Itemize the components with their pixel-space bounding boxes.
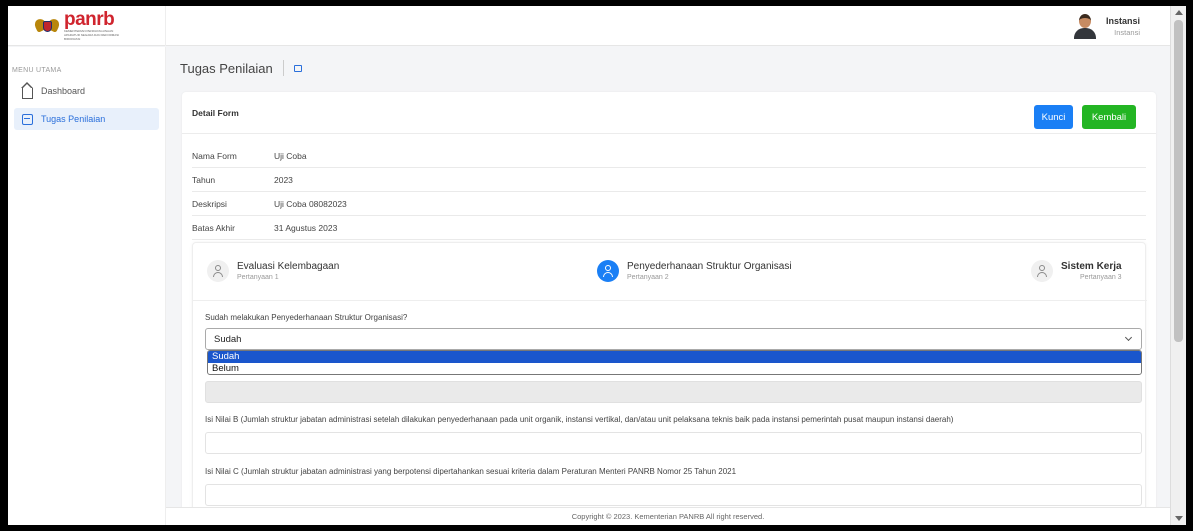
option-belum[interactable]: Belum (208, 363, 1141, 375)
brand-logo[interactable]: panrb KEMENTERIAN PENDAYAGUNAAN APARATUR… (8, 6, 166, 46)
sidebar-item-tugas-penilaian[interactable]: Tugas Penilaian (14, 108, 159, 130)
select-value: Sudah (214, 333, 242, 345)
info-row: Deskripsi Uji Coba 08082023 (192, 192, 1146, 216)
user-icon (1031, 260, 1053, 282)
question-wizard: Evaluasi Kelembagaan Pertanyaan 1 Penyed… (192, 242, 1147, 525)
info-value: Uji Coba 08082023 (274, 198, 347, 209)
avatar (1072, 13, 1098, 39)
sidebar-item-dashboard[interactable]: Dashboard (14, 80, 159, 102)
menu-heading: MENU UTAMA (12, 67, 62, 74)
info-row: Nama Form Uji Coba (192, 144, 1146, 168)
user-name: Instansi (1106, 15, 1141, 26)
info-key: Nama Form (192, 150, 237, 161)
step-sistem-kerja[interactable]: Sistem Kerja Pertanyaan 3 (1031, 260, 1122, 282)
nilai-a-field (205, 381, 1142, 403)
step-penyederhanaan-struktur[interactable]: Penyederhanaan Struktur Organisasi Perta… (597, 260, 792, 282)
nilai-b-label: Isi Nilai B (Jumlah struktur jabatan adm… (205, 415, 954, 424)
user-icon (597, 260, 619, 282)
info-key: Tahun (192, 174, 216, 185)
brand-name: panrb (64, 9, 115, 30)
detail-form-card: Detail Form Kunci Kembali Nama Form Uji … (182, 92, 1156, 525)
info-value: 31 Agustus 2023 (274, 222, 338, 233)
step-title: Evaluasi Kelembagaan (237, 261, 340, 272)
app-window: panrb KEMENTERIAN PENDAYAGUNAAN APARATUR… (8, 6, 1186, 525)
card-title: Detail Form (192, 108, 239, 118)
user-role: Instansi (1114, 27, 1141, 37)
step-subtitle: Pertanyaan 1 (237, 274, 279, 281)
scroll-up-icon[interactable] (1175, 10, 1183, 15)
chevron-down-icon (1124, 333, 1133, 342)
step-title: Penyederhanaan Struktur Organisasi (627, 261, 792, 272)
user-menu[interactable]: Instansi Instansi (1072, 10, 1152, 42)
info-value: 2023 (274, 174, 293, 185)
main-content: Tugas Penilaian Detail Form Kunci Kembal… (166, 47, 1170, 525)
step-subtitle: Pertanyaan 3 (1079, 274, 1122, 281)
sidebar: MENU UTAMA Dashboard Tugas Penilaian (8, 47, 166, 525)
user-icon (207, 260, 229, 282)
info-row: Tahun 2023 (192, 168, 1146, 192)
nilai-c-input[interactable] (205, 484, 1142, 506)
home-icon (21, 81, 33, 99)
nilai-b-input[interactable] (205, 432, 1142, 454)
info-row: Batas Akhir 31 Agustus 2023 (192, 216, 1146, 240)
top-bar: panrb KEMENTERIAN PENDAYAGUNAAN APARATUR… (8, 6, 1170, 46)
kembali-button[interactable]: Kembali (1082, 105, 1136, 129)
sidebar-item-label: Dashboard (41, 86, 86, 96)
page-title: Tugas Penilaian (180, 60, 273, 76)
answer-dropdown: Sudah Belum (207, 350, 1142, 375)
step-subtitle: Pertanyaan 2 (627, 274, 669, 281)
info-key: Deskripsi (192, 198, 227, 209)
page-header: Tugas Penilaian (180, 57, 302, 79)
answer-select[interactable]: Sudah (205, 328, 1142, 350)
step-title: Sistem Kerja (1061, 261, 1122, 272)
brand-subtitle: KEMENTERIAN PENDAYAGUNAAN APARATUR NEGAR… (64, 29, 120, 41)
kunci-button[interactable]: Kunci (1034, 105, 1073, 129)
form-info-table: Nama Form Uji Coba Tahun 2023 Deskripsi … (192, 144, 1146, 240)
question-label: Sudah melakukan Penyederhanaan Struktur … (205, 313, 408, 322)
nilai-c-label: Isi Nilai C (Jumlah struktur jabatan adm… (205, 467, 737, 476)
divider (282, 60, 284, 76)
scroll-down-icon[interactable] (1175, 516, 1183, 521)
option-sudah[interactable]: Sudah (208, 351, 1141, 363)
form-icon (293, 64, 302, 72)
step-evaluasi-kelembagaan[interactable]: Evaluasi Kelembagaan Pertanyaan 1 (207, 260, 339, 282)
form-icon (22, 113, 33, 125)
footer: Copyright © 2023. Kementerian PANRB All … (166, 507, 1170, 525)
info-value: Uji Coba (274, 150, 307, 161)
garuda-emblem-icon (32, 15, 62, 37)
scroll-thumb[interactable] (1174, 20, 1183, 342)
sidebar-item-label: Tugas Penilaian (41, 114, 106, 124)
card-header: Detail Form Kunci Kembali (182, 92, 1156, 134)
vertical-scrollbar[interactable] (1170, 6, 1186, 525)
info-key: Batas Akhir (192, 222, 235, 233)
wizard-steps: Evaluasi Kelembagaan Pertanyaan 1 Penyed… (193, 243, 1147, 301)
